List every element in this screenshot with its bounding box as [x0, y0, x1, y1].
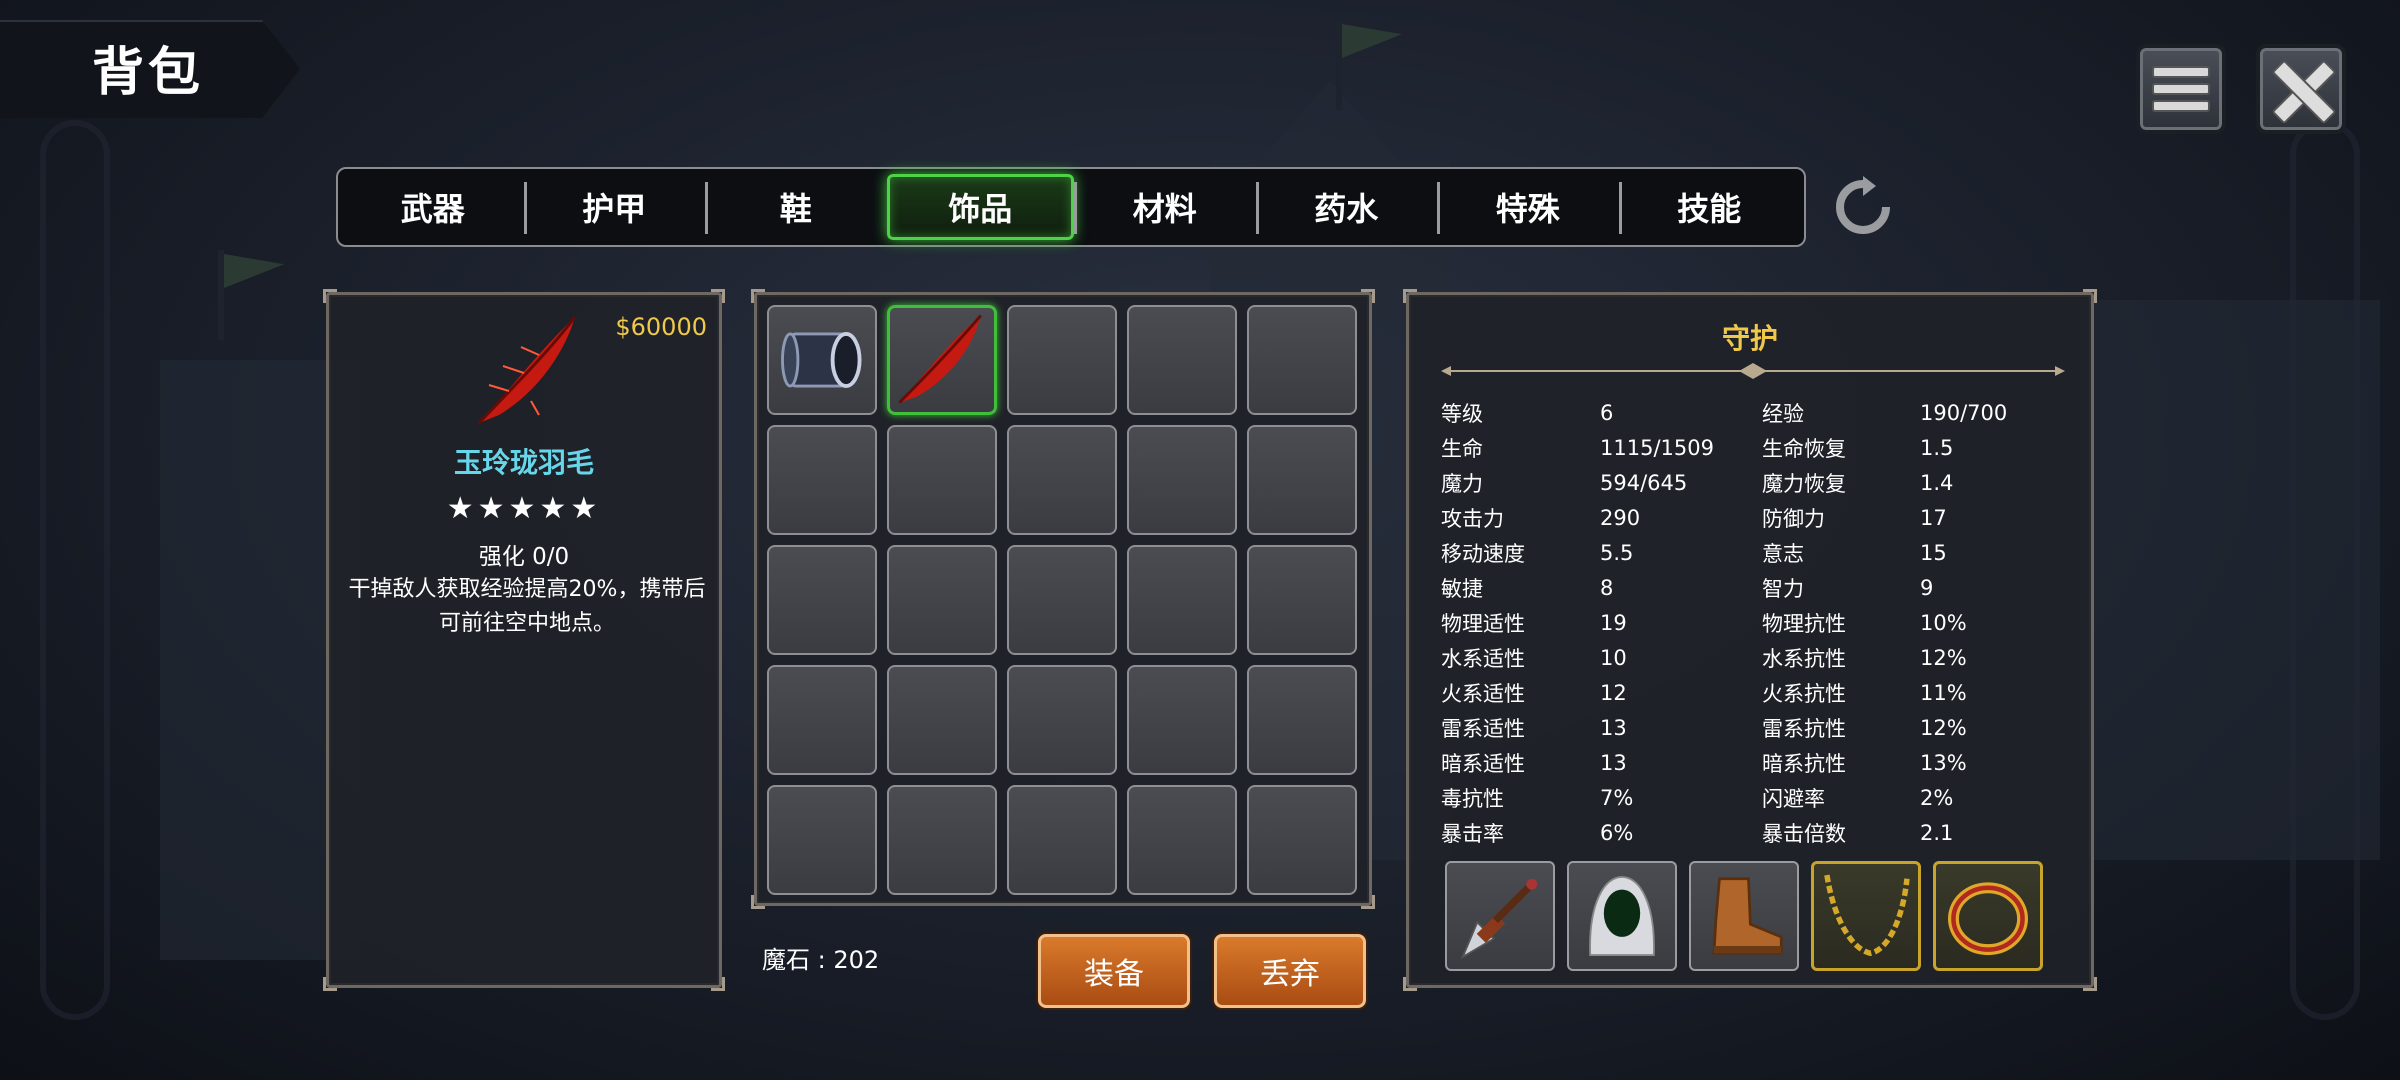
bg-flag — [1336, 20, 1342, 110]
inventory-slot-empty[interactable] — [1247, 785, 1357, 895]
magic-stone-count: 魔石 : 202 — [762, 946, 880, 974]
inventory-slot-empty[interactable] — [767, 545, 877, 655]
drop-button[interactable]: 丢弃 — [1214, 934, 1366, 1008]
red-feather-icon — [477, 316, 577, 425]
inventory-slot-empty[interactable] — [887, 665, 997, 775]
stat-row: 攻击力 290 防御力 17 — [1441, 505, 1947, 531]
stat-row: 毒抗性 7% 闪避率 2% — [1441, 785, 1954, 811]
boot-icon — [1712, 877, 1783, 955]
inventory-slot-empty[interactable] — [1007, 305, 1117, 415]
close-icon — [2271, 59, 2331, 119]
inventory-slot-empty[interactable] — [1247, 545, 1357, 655]
refresh-icon[interactable] — [1832, 176, 1894, 238]
inventory-slot-empty[interactable] — [1247, 665, 1357, 775]
stat-row: 生命 1115/1509 生命恢复 1.5 — [1441, 435, 1954, 461]
tab-skill[interactable]: 技能 — [1618, 174, 1801, 240]
stat-row: 物理适性 19 物理抗性 10% — [1441, 610, 1967, 636]
inventory-slot-empty[interactable] — [1007, 425, 1117, 535]
hood-icon — [1589, 875, 1655, 956]
item-detail-panel: $60000 玉玲珑羽毛 ★★★★★ 强化 0/0 干掉敌人获取经验提高20%，… — [323, 289, 725, 991]
inventory-slot[interactable] — [767, 305, 877, 415]
inventory-slot-empty[interactable] — [767, 665, 877, 775]
item-enhance-level: 强化 0/0 — [478, 544, 570, 570]
inventory-slot-selected[interactable] — [887, 305, 997, 415]
character-stats-panel: 守护 等级 6 经验 190/700 生命 1115/1509 生命恢复 1.5 魔力 594… — [1403, 289, 2097, 991]
tab-potion[interactable]: 药水 — [1255, 174, 1438, 240]
item-name: 玉玲珑羽毛 — [453, 446, 594, 479]
equip-slot-head[interactable] — [1567, 861, 1677, 971]
inventory-slot-empty[interactable] — [1247, 305, 1357, 415]
tab-shoes[interactable]: 鞋 — [705, 174, 887, 240]
bg-ornament-left — [40, 120, 110, 1020]
equip-slot-weapon[interactable] — [1445, 861, 1555, 971]
inventory-slot-empty[interactable] — [1127, 785, 1237, 895]
chain-necklace-icon — [1824, 874, 1910, 957]
inventory-slot-empty[interactable] — [1127, 425, 1237, 535]
stat-row: 敏捷 8 智力 9 — [1441, 575, 1934, 601]
inventory-slot-empty[interactable] — [887, 785, 997, 895]
tab-material[interactable]: 材料 — [1074, 174, 1256, 240]
tab-armor[interactable]: 护甲 — [523, 174, 706, 240]
inventory-slot-empty[interactable] — [1007, 545, 1117, 655]
tab-weapon[interactable]: 武器 — [342, 174, 524, 240]
inventory-grid — [767, 305, 1359, 895]
equip-button[interactable]: 装备 — [1038, 934, 1190, 1008]
menu-button[interactable] — [2136, 44, 2226, 134]
inventory-slot-empty[interactable] — [1007, 785, 1117, 895]
tab-special[interactable]: 特殊 — [1437, 174, 1619, 240]
stat-row: 等级 6 经验 190/700 — [1441, 400, 2008, 426]
item-description: 干掉敌人获取经验提高20%，携带后可前往空中地点。 — [348, 577, 706, 636]
item-star-rating: ★★★★★ — [446, 491, 602, 526]
close-button[interactable] — [2256, 44, 2346, 134]
category-tab-bar: 武器 护甲 鞋 饰品 材料 药水 特殊 技能 — [336, 167, 1806, 247]
equipped-items — [1445, 861, 2043, 971]
equip-slot-necklace[interactable] — [1811, 861, 1921, 971]
inventory-panel — [751, 289, 1375, 909]
menu-icon — [2152, 61, 2210, 117]
inventory-slot-empty[interactable] — [887, 425, 997, 535]
inventory-slot-empty[interactable] — [1007, 665, 1117, 775]
stat-row: 雷系适性 13 雷系抗性 12% — [1441, 715, 1967, 741]
stat-row: 火系适性 12 火系抗性 11% — [1441, 680, 1967, 706]
stats-table: 等级 6 经验 190/700 生命 1115/1509 生命恢复 1.5 魔力 594/64… — [1441, 395, 2061, 850]
stat-row: 暗系适性 13 暗系抗性 13% — [1441, 750, 1967, 776]
page-title: 背包 — [92, 43, 205, 103]
character-name: 守护 — [1721, 322, 1778, 355]
stat-row: 移动速度 5.5 意志 15 — [1441, 540, 1947, 566]
scroll-icon — [781, 332, 862, 388]
equip-slot-ring[interactable] — [1933, 861, 2043, 971]
inventory-slot-empty[interactable] — [767, 785, 877, 895]
inventory-slot-empty[interactable] — [1127, 545, 1237, 655]
bg-ornament-right — [2290, 120, 2360, 1020]
gold-ring-icon — [1948, 882, 2028, 956]
ornamental-divider — [1441, 363, 2065, 379]
tab-accessory[interactable]: 饰品 — [886, 174, 1074, 240]
inventory-slot-empty[interactable] — [1247, 425, 1357, 535]
stat-row: 魔力 594/645 魔力恢复 1.4 — [1441, 470, 1954, 496]
inventory-slot-empty[interactable] — [767, 425, 877, 535]
bg-flag-left — [218, 250, 224, 340]
item-price: $60000 — [615, 313, 707, 341]
dagger-icon — [1460, 878, 1538, 960]
stat-row: 暴击率 6% 暴击倍数 2.1 — [1441, 820, 1954, 846]
equip-slot-feet[interactable] — [1689, 861, 1799, 971]
inventory-slot-empty[interactable] — [1127, 665, 1237, 775]
inventory-slot-empty[interactable] — [887, 545, 997, 655]
red-feather-icon — [898, 314, 982, 404]
inventory-slot-empty[interactable] — [1127, 305, 1237, 415]
stat-row: 水系适性 10 水系抗性 12% — [1441, 645, 1967, 671]
